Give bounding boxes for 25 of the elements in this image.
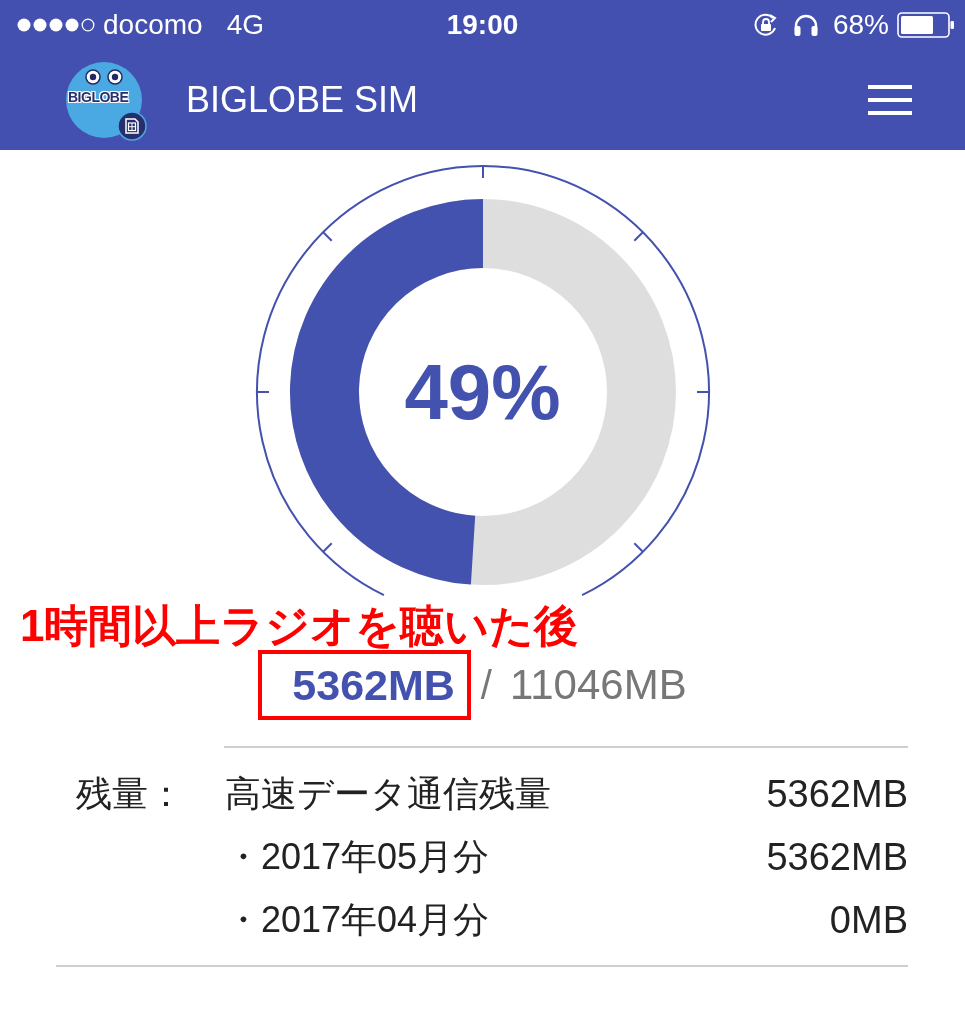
headphones-icon [792, 13, 819, 37]
menu-icon [868, 85, 912, 115]
logo-text: BIGLOBE [68, 89, 129, 105]
total-amount: 11046MB [510, 661, 687, 709]
usage-percent: 49% [404, 353, 561, 431]
menu-button[interactable] [868, 85, 912, 115]
annotation-text: 1時間以上ラジオを聴いた後 [19, 602, 580, 650]
battery-percent: 68% [832, 9, 889, 41]
network-type: 4G [226, 9, 264, 41]
sim-card-icon [117, 111, 147, 141]
separator-slash: / [480, 662, 492, 708]
remaining-label: 残量： [76, 772, 185, 816]
remaining-item-name: ・2017年04月分 [225, 898, 491, 942]
remaining-item-value: 5362MB [766, 836, 908, 879]
app-title: BIGLOBE SIM [186, 79, 420, 121]
signal-icon [17, 18, 95, 32]
rotation-lock-icon [752, 12, 779, 38]
remaining-item-value: 0MB [828, 899, 908, 942]
carrier-name: docomo [103, 9, 203, 41]
remaining-item-name: 高速データ通信残量 [225, 772, 552, 816]
battery-icon [897, 12, 955, 38]
remaining-item-value: 5362MB [766, 773, 908, 816]
remaining-item-name: ・2017年05月分 [225, 835, 491, 879]
used-amount: 5362MB [292, 660, 455, 710]
clock-time: 19:00 [446, 9, 519, 41]
